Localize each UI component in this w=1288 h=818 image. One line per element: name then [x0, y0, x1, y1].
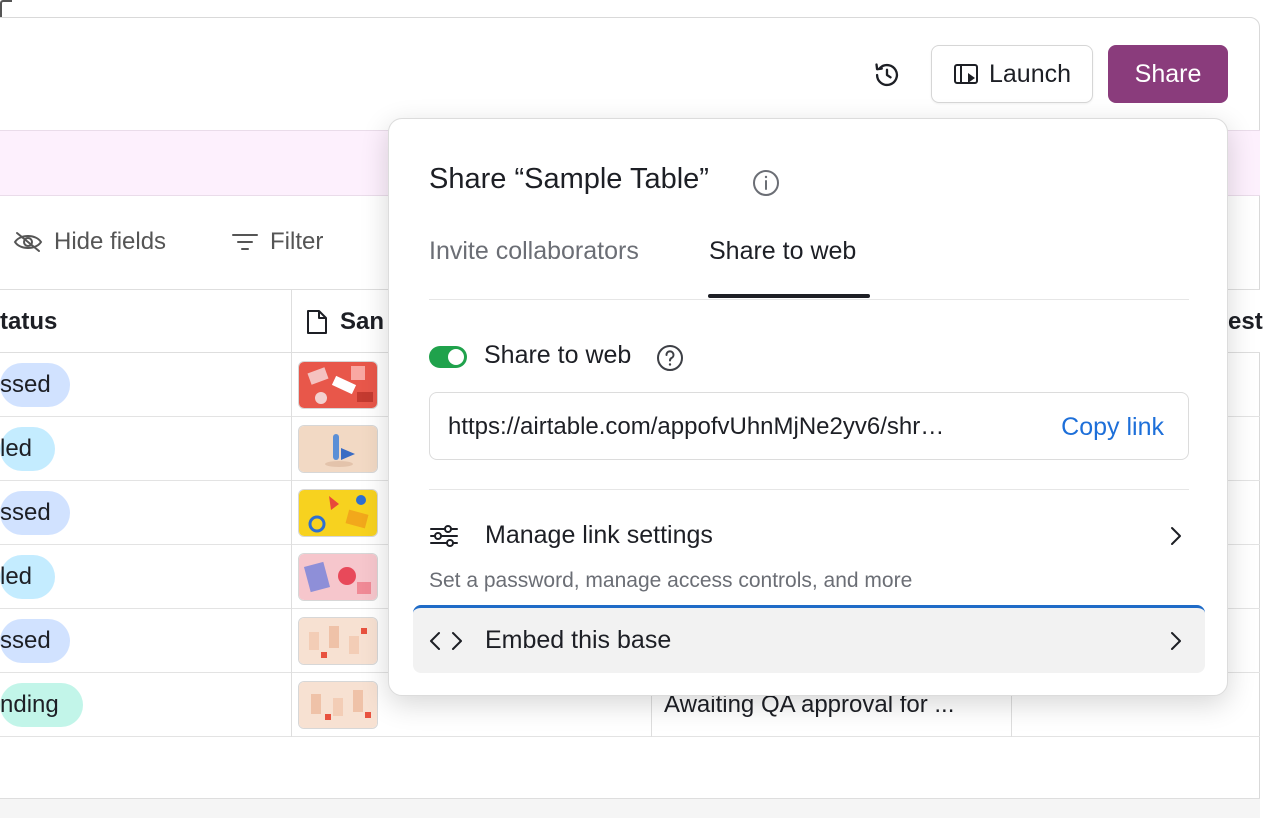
- attachment-thumbnail[interactable]: [298, 553, 378, 601]
- share-to-web-label: Share to web: [484, 341, 632, 369]
- manage-link-settings-description: Set a password, manage access controls, …: [429, 569, 913, 592]
- column-divider: [291, 289, 292, 737]
- embed-base-item[interactable]: Embed this base: [413, 605, 1205, 673]
- status-badge: nding: [0, 683, 83, 727]
- attachment-thumbnail[interactable]: [298, 425, 378, 473]
- info-icon[interactable]: [752, 169, 780, 197]
- history-button[interactable]: [870, 58, 904, 92]
- popover-title: Share “Sample Table”: [429, 163, 709, 195]
- launch-icon: [953, 64, 978, 84]
- column-header-est[interactable]: est: [1228, 290, 1263, 354]
- grid-footer: [0, 798, 1260, 818]
- eye-slash-icon: [13, 232, 43, 252]
- share-to-web-toggle[interactable]: [429, 346, 467, 368]
- tab-share-to-web[interactable]: Share to web: [709, 237, 856, 266]
- attachment-thumbnail[interactable]: [298, 489, 378, 537]
- embed-base-label: Embed this base: [485, 626, 672, 654]
- attachment-thumbnail[interactable]: [298, 361, 378, 409]
- share-link-field[interactable]: https://airtable.com/appofvUhnMjNe2yv6/s…: [429, 392, 1189, 460]
- tab-invite-collaborators[interactable]: Invite collaborators: [429, 237, 639, 266]
- manage-link-settings-label: Manage link settings: [485, 521, 713, 549]
- filter-label: Filter: [270, 228, 324, 255]
- hide-fields-label: Hide fields: [54, 228, 167, 255]
- attachment-thumbnail[interactable]: [298, 617, 378, 665]
- chevron-right-icon: [1171, 527, 1181, 545]
- filter-button[interactable]: Filter: [230, 222, 323, 262]
- filter-icon: [232, 234, 258, 250]
- history-icon: [875, 63, 899, 87]
- attachment-thumbnail[interactable]: [298, 681, 378, 729]
- active-tab-indicator: [708, 294, 870, 298]
- section-divider: [429, 489, 1189, 490]
- hide-fields-button[interactable]: Hide fields: [12, 222, 166, 262]
- status-badge: led: [0, 555, 55, 599]
- column-header-sample[interactable]: San: [306, 290, 384, 354]
- chevron-right-icon: [1171, 632, 1181, 650]
- manage-link-settings-item[interactable]: Manage link settings: [413, 503, 1205, 571]
- code-icon: [430, 632, 462, 650]
- status-badge: ssed: [0, 619, 70, 663]
- share-label: Share: [1134, 59, 1202, 88]
- share-popover: Share “Sample Table” Invite collaborator…: [388, 118, 1228, 696]
- launch-button[interactable]: Launch: [931, 45, 1093, 103]
- help-icon[interactable]: [656, 344, 684, 372]
- status-badge: led: [0, 427, 55, 471]
- launch-label: Launch: [988, 59, 1072, 88]
- sliders-icon: [430, 525, 458, 547]
- status-badge: ssed: [0, 491, 70, 535]
- tabs-divider: [429, 299, 1189, 300]
- share-link-url[interactable]: https://airtable.com/appofvUhnMjNe2yv6/s…: [448, 413, 1018, 441]
- share-button[interactable]: Share: [1108, 45, 1228, 103]
- status-badge: ssed: [0, 363, 70, 407]
- copy-link-button[interactable]: Copy link: [1061, 413, 1164, 442]
- column-header-status[interactable]: tatus: [0, 290, 57, 354]
- file-icon: [307, 310, 327, 334]
